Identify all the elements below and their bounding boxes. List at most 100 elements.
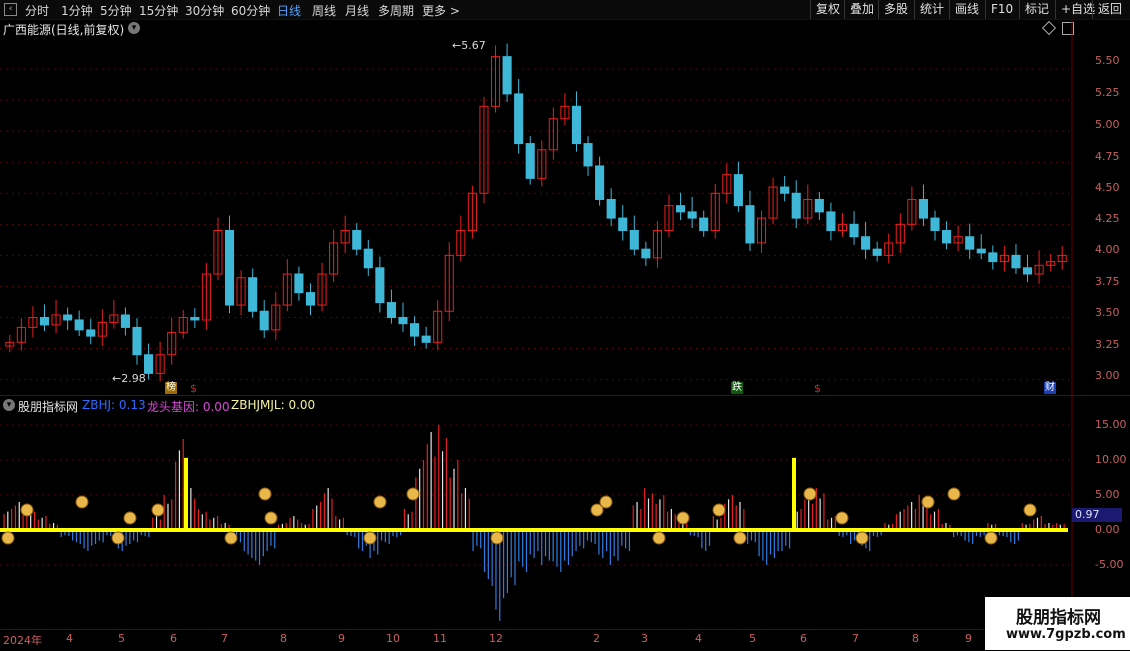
candle-body [502, 56, 512, 95]
candle-body [861, 236, 871, 250]
candle-body [525, 143, 535, 179]
money-bag-icon [111, 531, 125, 545]
dollar-icon[interactable]: $ [190, 382, 197, 395]
y-tick-label: 4.25 [1095, 212, 1120, 225]
x-axis-label: 5 [118, 632, 125, 645]
x-axis-label: 9 [338, 632, 345, 645]
money-bag-icon [258, 487, 272, 501]
candle-body [849, 223, 859, 238]
indicator-y-tick: -5.00 [1095, 558, 1124, 571]
x-axis-label: 6 [170, 632, 177, 645]
money-bag-icon [733, 531, 747, 545]
finance-badge[interactable]: 财 [1044, 382, 1056, 394]
high-price-label: ←5.67 [452, 39, 486, 52]
x-axis-label: 7 [852, 632, 859, 645]
money-bag-icon [835, 511, 849, 525]
candle-body [248, 277, 258, 312]
money-bag-icon [373, 495, 387, 509]
y-tick-label: 4.75 [1095, 150, 1120, 163]
drop-badge[interactable]: 跌 [731, 382, 743, 394]
x-axis-label: 7 [221, 632, 228, 645]
candle-body [398, 316, 408, 325]
candle-body [965, 236, 975, 250]
panel-divider [0, 395, 1130, 396]
y-tick-label: 3.75 [1095, 275, 1120, 288]
indicator-y-tick: 15.00 [1095, 418, 1127, 431]
x-axis-label: 3 [641, 632, 648, 645]
candle-body [733, 174, 743, 207]
candle-body [988, 252, 998, 263]
money-bag-icon [855, 531, 869, 545]
candle-body [595, 165, 605, 200]
money-bag-icon [490, 531, 504, 545]
x-axis-label: 2 [593, 632, 600, 645]
candle-body [872, 248, 882, 256]
x-axis-label: 8 [912, 632, 919, 645]
candle-body [918, 198, 928, 219]
indicator-y-tick: 0.00 [1095, 523, 1120, 536]
y-tick-label: 4.00 [1095, 243, 1120, 256]
candle-body [629, 230, 639, 250]
candle-body [606, 198, 616, 219]
x-axis-label: 4 [66, 632, 73, 645]
x-axis-label: 5 [749, 632, 756, 645]
candle-body [814, 198, 824, 213]
candle-body [687, 211, 697, 219]
candle-body [1022, 267, 1033, 275]
candle-body [132, 326, 142, 356]
money-bag-icon [363, 531, 377, 545]
indicator-zbhj-value: ZBHJ: 0.13 [82, 398, 146, 412]
candle-body [421, 335, 431, 343]
money-bag-icon [151, 503, 165, 517]
candle-body [63, 314, 73, 321]
x-axis-label: 10 [386, 632, 400, 645]
y-tick-label: 3.50 [1095, 306, 1120, 319]
x-axis-label: 8 [280, 632, 287, 645]
y-tick-label: 3.25 [1095, 338, 1120, 351]
indicator-gene-value: 龙头基因: 0.00 [147, 400, 230, 414]
candle-body [676, 205, 686, 213]
candle-body [641, 248, 651, 259]
rank-badge[interactable]: 榜 [165, 382, 177, 394]
money-bag-icon [1023, 503, 1037, 517]
money-bag-icon [123, 511, 137, 525]
watermark-title: 股朋指标网 [1016, 608, 1101, 628]
x-axis-label: 6 [800, 632, 807, 645]
candle-body [826, 211, 836, 232]
indicator-y-tick: 10.00 [1095, 453, 1127, 466]
money-bag-icon [803, 487, 817, 501]
candle-body [386, 302, 396, 318]
indicator-y-tick: 5.00 [1095, 488, 1120, 501]
x-axis-label: 11 [433, 632, 447, 645]
money-bag-icon [947, 487, 961, 501]
y-tick-label: 5.50 [1095, 54, 1120, 67]
chart-canvas [0, 20, 1073, 629]
candle-body [942, 230, 952, 244]
money-bag-icon [264, 511, 278, 525]
x-axis [0, 629, 1070, 651]
candle-body [375, 267, 385, 304]
money-bag-icon [1, 531, 15, 545]
y-tick-label: 4.50 [1095, 181, 1120, 194]
indicator-jmjl-value: ZBHJMJL: 0.00 [231, 398, 316, 412]
candle-body [74, 319, 84, 331]
money-bag-icon [75, 495, 89, 509]
x-axis-label: 4 [695, 632, 702, 645]
x-axis-label: 12 [489, 632, 503, 645]
candle-body [1011, 254, 1021, 269]
x-axis-label: 2024年 [3, 634, 42, 647]
candle-body [618, 217, 628, 232]
candle-body [745, 205, 755, 244]
candle-body [190, 316, 200, 321]
money-bag-icon [676, 511, 690, 525]
candle-body [39, 316, 50, 326]
candle-body [144, 354, 154, 374]
dollar-icon[interactable]: $ [814, 382, 821, 395]
candle-body [930, 217, 940, 232]
candle-body [305, 292, 316, 306]
chevron-down-icon[interactable]: ▾ [3, 399, 15, 411]
money-bag-icon [406, 487, 420, 501]
candle-body [86, 329, 96, 337]
money-bag-icon [652, 531, 666, 545]
candle-body [571, 105, 582, 145]
